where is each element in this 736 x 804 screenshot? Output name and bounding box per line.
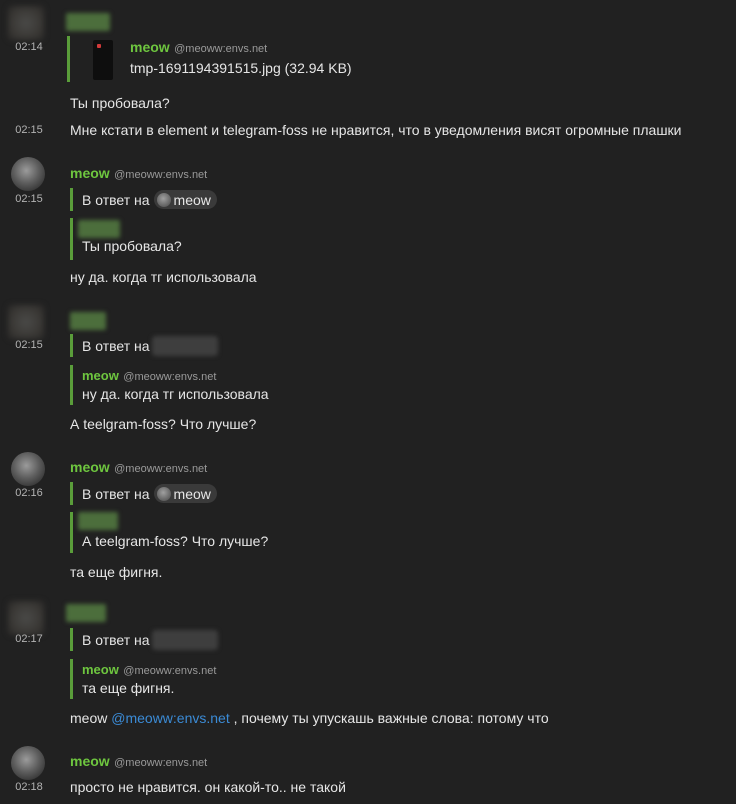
avatar[interactable] xyxy=(8,6,44,40)
avatar[interactable] xyxy=(8,601,44,635)
reply-header[interactable]: В ответ на meow xyxy=(82,190,217,209)
sender-name[interactable]: meow xyxy=(70,753,110,769)
message-timestamp: 02:18 xyxy=(15,781,43,793)
quote-sender-redacted[interactable] xyxy=(78,512,118,530)
image-dot xyxy=(97,44,101,48)
message-timestamp: 02:16 xyxy=(15,487,43,499)
quote-sender-line: meow @meoww:envs.net xyxy=(130,39,267,57)
quote-sender[interactable]: meow xyxy=(82,662,119,677)
quote-bar xyxy=(70,659,73,699)
message-text: Ты пробовала? xyxy=(70,95,170,111)
reply-prefix: В ответ на xyxy=(82,338,150,354)
quote-text: А teelgram-foss? Что лучше? xyxy=(82,533,269,549)
reply-user-pill[interactable]: meow xyxy=(153,190,217,209)
image-thumbnail[interactable] xyxy=(93,40,113,80)
reply-header[interactable]: В ответ на xyxy=(82,336,218,356)
message-timestamp: 02:15 xyxy=(15,193,43,205)
quote-bar xyxy=(70,365,73,405)
reply-bar xyxy=(70,334,73,357)
message-text: просто не нравится. он какой-то.. не так… xyxy=(70,779,346,795)
quote-sender[interactable]: meow xyxy=(82,368,119,383)
sender-name[interactable]: meow xyxy=(70,165,110,181)
sender-name-redacted[interactable] xyxy=(70,312,106,330)
avatar[interactable] xyxy=(11,746,45,780)
reply-prefix: В ответ на xyxy=(82,485,150,502)
pill-avatar xyxy=(156,486,171,501)
reply-prefix: В ответ на xyxy=(82,632,150,648)
message-text-start: meow xyxy=(70,710,108,726)
quote-handle: @meoww:envs.net xyxy=(123,371,217,383)
quote-bar xyxy=(67,36,70,82)
reply-bar xyxy=(70,628,73,651)
message-timestamp: 02:14 xyxy=(15,41,43,53)
message-text-end: , почему ты упускашь важные слова: потом… xyxy=(233,710,549,726)
sender-handle: @meoww:envs.net xyxy=(114,463,208,475)
reply-user-pill[interactable]: meow xyxy=(153,484,217,503)
pill-label: meow xyxy=(173,485,211,502)
message-timestamp: 02:15 xyxy=(15,339,43,351)
pill-label: meow xyxy=(173,191,211,208)
message-text: Мне кстати в element и telegram-foss не … xyxy=(70,122,682,138)
quote-text: та еще фигня. xyxy=(82,680,175,696)
sender-name[interactable]: meow xyxy=(70,459,110,475)
message-text: А teelgram-foss? Что лучше? xyxy=(70,416,257,432)
sender-handle: @meoww:envs.net xyxy=(114,169,208,181)
message-text: meow @meoww:envs.net , почему ты упускаш… xyxy=(70,710,549,726)
sender-line: meow @meoww:envs.net xyxy=(70,459,207,477)
file-name[interactable]: tmp-1691194391515.jpg (32.94 KB) xyxy=(130,60,352,76)
quote-bar xyxy=(70,512,73,553)
pill-avatar xyxy=(156,192,171,207)
quote-handle: @meoww:envs.net xyxy=(174,43,268,55)
quote-sender-redacted[interactable] xyxy=(78,220,120,238)
avatar[interactable] xyxy=(8,305,44,339)
quote-bar xyxy=(70,218,73,260)
reply-user-pill-redacted[interactable] xyxy=(151,336,218,356)
avatar[interactable] xyxy=(11,157,45,191)
reply-prefix: В ответ на xyxy=(82,191,150,208)
sender-line: meow @meoww:envs.net xyxy=(70,753,207,771)
reply-user-pill-redacted[interactable] xyxy=(151,630,218,650)
reply-header[interactable]: В ответ на meow xyxy=(82,484,217,503)
quote-sender-line: meow @meoww:envs.net xyxy=(82,367,216,385)
avatar[interactable] xyxy=(11,452,45,486)
message-timestamp: 02:15 xyxy=(15,124,43,136)
reply-bar xyxy=(70,188,73,211)
reply-bar xyxy=(70,482,73,505)
sender-name-redacted[interactable] xyxy=(66,604,106,622)
quote-sender-line: meow @meoww:envs.net xyxy=(82,661,216,679)
message-timestamp: 02:17 xyxy=(15,633,43,645)
quote-sender[interactable]: meow xyxy=(130,39,170,55)
sender-line: meow @meoww:envs.net xyxy=(70,165,207,183)
message-text: та еще фигня. xyxy=(70,564,163,580)
quote-text: ну да. когда тг использовала xyxy=(82,386,269,402)
message-text: ну да. когда тг использовала xyxy=(70,269,257,285)
quote-text: Ты пробовала? xyxy=(82,238,182,254)
quote-handle: @meoww:envs.net xyxy=(123,665,217,677)
sender-name-redacted[interactable] xyxy=(66,13,110,31)
user-mention-link[interactable]: @meoww:envs.net xyxy=(111,710,229,726)
sender-handle: @meoww:envs.net xyxy=(114,757,208,769)
reply-header[interactable]: В ответ на xyxy=(82,630,218,650)
